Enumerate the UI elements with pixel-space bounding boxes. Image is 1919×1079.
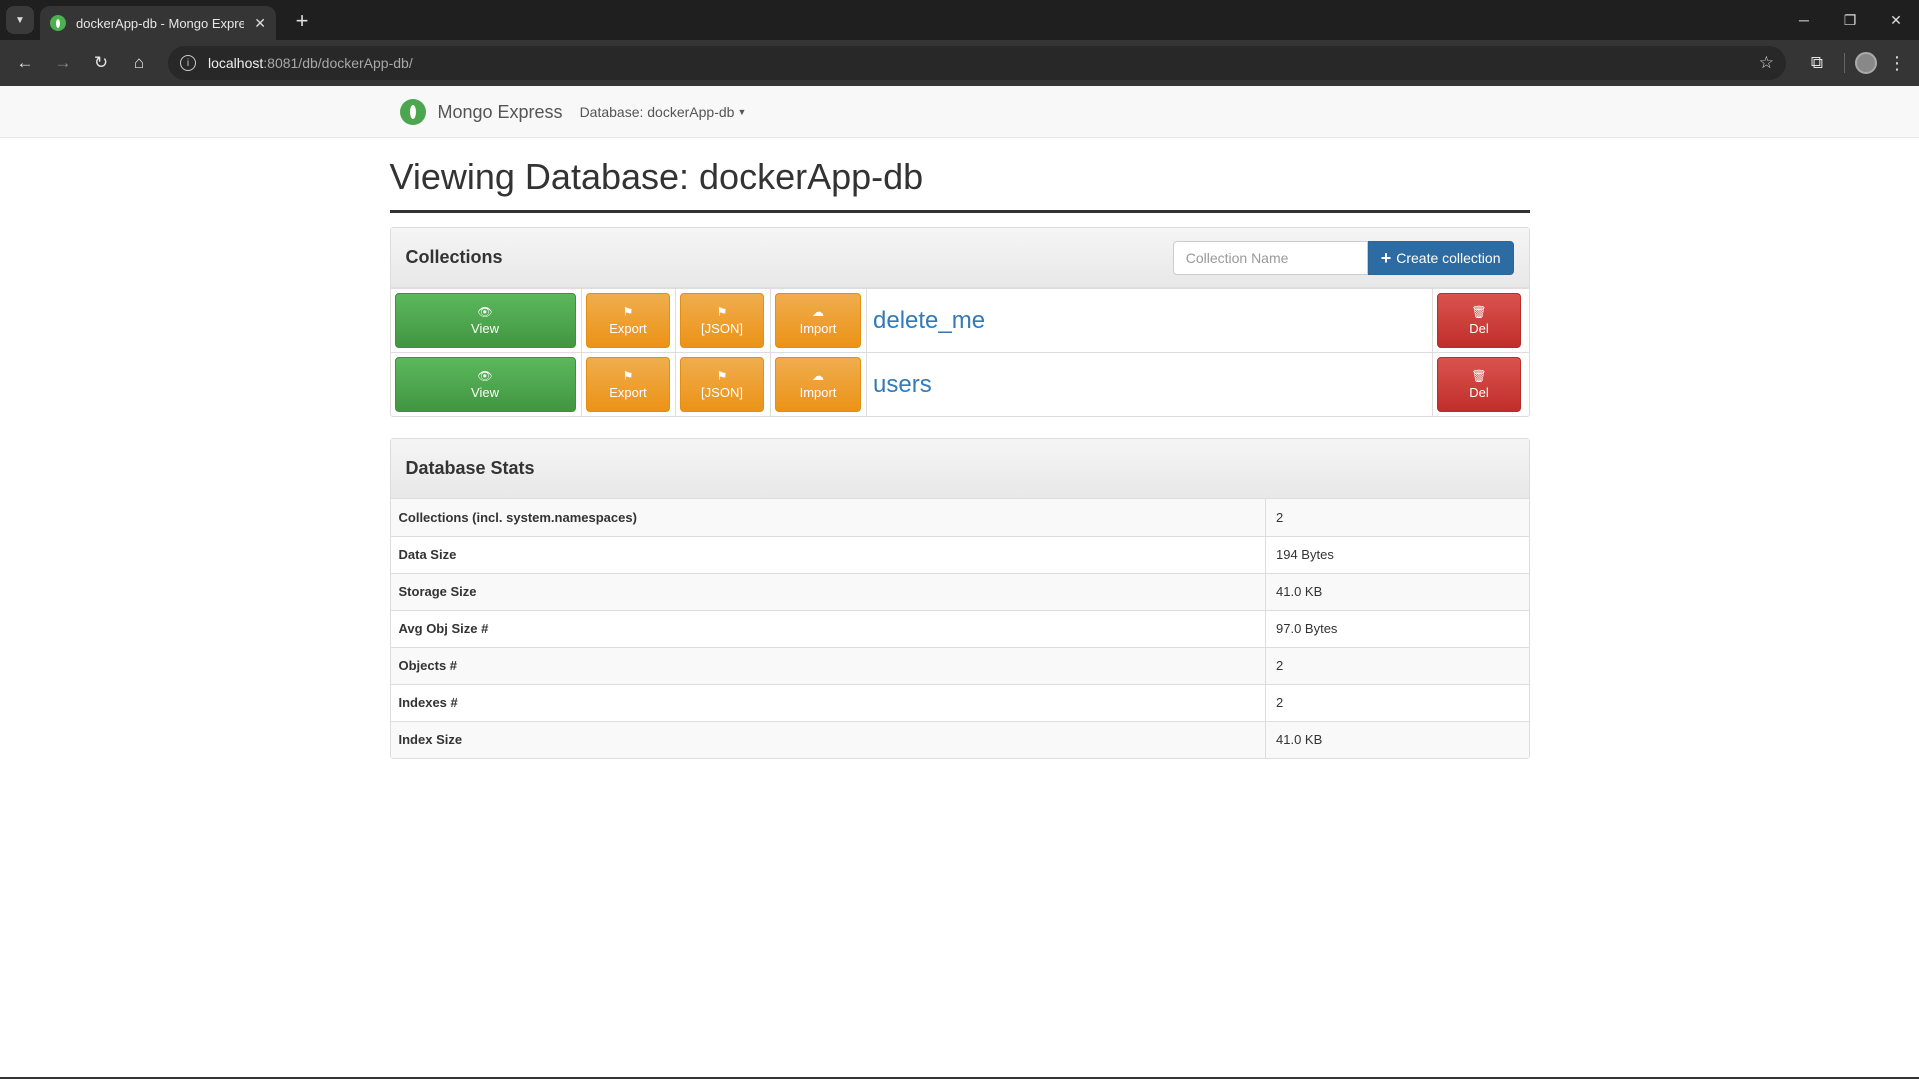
brand-link[interactable]: Mongo Express bbox=[438, 102, 563, 123]
import-button[interactable]: ☁ Import bbox=[775, 357, 861, 412]
stat-value: 97.0 Bytes bbox=[1265, 609, 1529, 647]
create-collection-button[interactable]: + Create collection bbox=[1367, 240, 1514, 275]
page-header: Viewing Database: dockerApp-db bbox=[389, 156, 1530, 213]
collection-name-input[interactable]: Collection Name bbox=[1172, 240, 1368, 275]
minimize-icon[interactable]: ─ bbox=[1781, 0, 1827, 40]
url-text[interactable]: localhost:8081/db/dockerApp-db/ bbox=[208, 55, 1759, 71]
collections-panel: Collections Collection Name + Create coll… bbox=[389, 227, 1530, 417]
stat-value: 41.0 KB bbox=[1265, 572, 1529, 610]
upload-cloud-icon: ☁ bbox=[812, 304, 824, 319]
view-button[interactable]: 👁 View bbox=[394, 293, 576, 348]
export-json-button[interactable]: ⚑ [JSON] bbox=[680, 357, 764, 412]
forward-button[interactable]: → bbox=[46, 46, 80, 80]
stat-label: Storage Size bbox=[390, 572, 1266, 610]
collection-row: 👁 View ⚑ Export ⚑ [JSON] ☁ Import users 🗑 Del bbox=[390, 352, 1529, 416]
delete-button[interactable]: 🗑 Del bbox=[1437, 293, 1521, 348]
delete-button[interactable]: 🗑 Del bbox=[1437, 357, 1521, 412]
page-title: Viewing Database: dockerApp-db bbox=[389, 156, 924, 197]
stats-row: Data Size 194 Bytes bbox=[390, 535, 1529, 573]
close-window-icon[interactable]: ✕ bbox=[1873, 0, 1919, 40]
toolbar-divider bbox=[1844, 53, 1845, 73]
export-json-button[interactable]: ⚑ [JSON] bbox=[680, 293, 764, 348]
stats-row: Storage Size 41.0 KB bbox=[390, 572, 1529, 610]
stats-table: Collections (incl. system.namespaces) 2 D… bbox=[390, 499, 1529, 758]
stat-value: 2 bbox=[1265, 683, 1529, 721]
profile-avatar[interactable] bbox=[1855, 52, 1877, 74]
site-info-icon[interactable]: i bbox=[180, 55, 196, 71]
reload-button[interactable]: ↻ bbox=[84, 46, 118, 80]
collection-row: 👁 View ⚑ Export ⚑ [JSON] ☁ Import delete_me … bbox=[390, 288, 1529, 353]
collections-table: 👁 View ⚑ Export ⚑ [JSON] ☁ Import delete_me … bbox=[390, 288, 1529, 416]
extensions-icon[interactable]: ⧉ bbox=[1800, 46, 1834, 80]
bookmark-star-icon[interactable]: ☆ bbox=[1759, 53, 1774, 73]
stat-label: Objects # bbox=[390, 646, 1266, 684]
view-button[interactable]: 👁 View bbox=[394, 357, 576, 412]
tab-title: dockerApp-db - Mongo Express bbox=[76, 15, 245, 31]
stats-row: Collections (incl. system.namespaces) 2 bbox=[390, 499, 1529, 536]
stats-row: Index Size 41.0 KB bbox=[390, 720, 1529, 758]
browser-toolbar: ← → ↻ ⌂ i localhost:8081/db/dockerApp-db… bbox=[0, 40, 1919, 86]
export-icon: ⚑ bbox=[622, 368, 634, 383]
app-navbar: Mongo Express Database: dockerApp-db ▼ bbox=[0, 86, 1919, 138]
import-button[interactable]: ☁ Import bbox=[775, 293, 861, 348]
collections-panel-heading: Collections Collection Name + Create coll… bbox=[390, 228, 1529, 288]
home-button[interactable]: ⌂ bbox=[122, 46, 156, 80]
eye-icon: 👁 bbox=[477, 368, 493, 383]
export-button[interactable]: ⚑ Export bbox=[586, 357, 670, 412]
mongo-favicon-icon bbox=[50, 15, 66, 31]
collections-title: Collections bbox=[405, 247, 503, 267]
stats-row: Avg Obj Size #97.0 Bytes bbox=[390, 609, 1529, 647]
stat-value: 2 bbox=[1265, 499, 1529, 536]
stats-title: Database Stats bbox=[405, 458, 535, 478]
stat-value: 194 Bytes bbox=[1265, 535, 1529, 573]
stat-label: Collections (incl. system.namespaces) bbox=[390, 499, 1266, 536]
new-tab-button[interactable]: + bbox=[288, 7, 316, 35]
stat-label: Indexes # bbox=[390, 683, 1266, 721]
close-tab-icon[interactable]: ✕ bbox=[254, 15, 266, 32]
caret-down-icon: ▼ bbox=[737, 107, 747, 117]
stat-value: 2 bbox=[1265, 646, 1529, 684]
export-button[interactable]: ⚑ Export bbox=[586, 293, 670, 348]
collection-link[interactable]: users bbox=[871, 371, 932, 398]
eye-icon: 👁 bbox=[477, 304, 493, 319]
main-container: Viewing Database: dockerApp-db Collectio… bbox=[389, 156, 1530, 759]
window-controls: ─ ❐ ✕ bbox=[1781, 0, 1919, 40]
address-bar[interactable]: i localhost:8081/db/dockerApp-db/ ☆ bbox=[168, 46, 1786, 80]
collection-link[interactable]: delete_me bbox=[871, 307, 985, 334]
browser-tab-bar: ▼ dockerApp-db - Mongo Express ✕ + ─ ❐ ✕ bbox=[0, 0, 1919, 40]
restore-icon[interactable]: ❐ bbox=[1827, 0, 1873, 40]
stat-label: Avg Obj Size # bbox=[390, 609, 1266, 647]
database-stats-panel: Database Stats Collections (incl. system… bbox=[389, 438, 1530, 759]
create-collection-form: Collection Name + Create collection bbox=[1172, 240, 1514, 275]
stat-label: Data Size bbox=[390, 535, 1266, 573]
toolbar-right: ⧉ ⋮ bbox=[1800, 46, 1911, 80]
export-icon: ⚑ bbox=[622, 304, 634, 319]
chevron-down-icon: ▼ bbox=[15, 14, 25, 26]
back-button[interactable]: ← bbox=[8, 46, 42, 80]
trash-icon: 🗑 bbox=[1471, 368, 1487, 383]
export-icon: ⚑ bbox=[716, 368, 728, 383]
upload-cloud-icon: ☁ bbox=[812, 368, 824, 383]
tab-search-button[interactable]: ▼ bbox=[6, 6, 34, 34]
export-icon: ⚑ bbox=[716, 304, 728, 319]
database-dropdown[interactable]: Database: dockerApp-db ▼ bbox=[580, 104, 747, 120]
browser-tab[interactable]: dockerApp-db - Mongo Express ✕ bbox=[40, 6, 276, 40]
plus-icon: + bbox=[1380, 247, 1392, 268]
stats-panel-heading: Database Stats bbox=[390, 439, 1529, 499]
stat-value: 41.0 KB bbox=[1265, 720, 1529, 758]
mongo-logo-icon[interactable] bbox=[399, 99, 426, 125]
stats-row: Indexes #2 bbox=[390, 683, 1529, 721]
trash-icon: 🗑 bbox=[1471, 304, 1487, 319]
stat-label: Index Size bbox=[390, 720, 1266, 758]
browser-menu-icon[interactable]: ⋮ bbox=[1887, 53, 1907, 74]
stats-row: Objects #2 bbox=[390, 646, 1529, 684]
